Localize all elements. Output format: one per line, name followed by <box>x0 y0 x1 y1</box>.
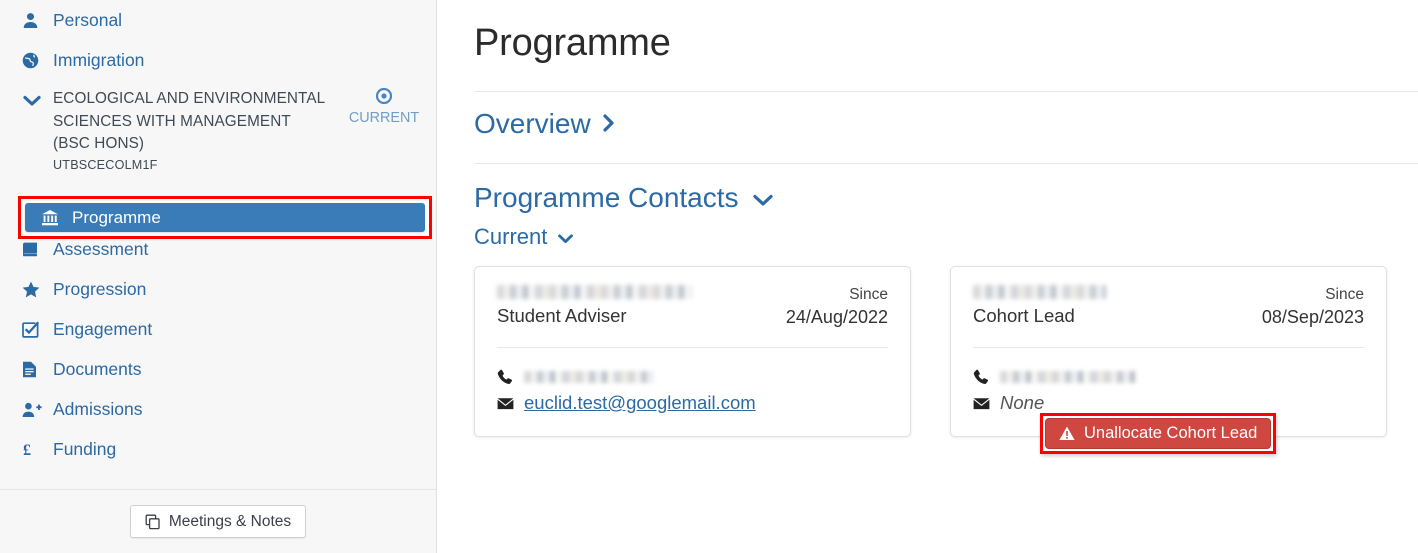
sidebar-item-label: Assessment <box>53 239 149 259</box>
since-label: Since <box>1325 286 1364 303</box>
since-date: 08/Sep/2023 <box>1261 307 1364 327</box>
contacts-filter-current[interactable]: Current <box>474 214 574 250</box>
contact-card-header: Cohort Lead Since 08/Sep/2023 <box>973 285 1364 329</box>
programme-group-header[interactable]: ECOLOGICAL AND ENVIRONMENTAL SCIENCES WI… <box>0 80 436 177</box>
overview-label: Overview <box>474 108 591 139</box>
sidebar-footer: Meetings & Notes <box>0 490 436 553</box>
sidebar-item-documents[interactable]: Documents <box>0 350 436 390</box>
main-content: Programme Overview Programme Contacts Cu… <box>437 0 1418 553</box>
sidebar-item-label: Admissions <box>53 399 143 419</box>
contacts-filter-label: Current <box>474 224 548 249</box>
contact-since: Since 24/Aug/2022 <box>786 285 888 329</box>
contact-role: Cohort Lead <box>973 305 1075 326</box>
sidebar-item-label: Engagement <box>53 319 153 339</box>
contact-card: Cohort Lead Since 08/Sep/2023 None Unall… <box>950 266 1387 454</box>
contact-email-value: None <box>1000 392 1045 413</box>
sidebar-item-label: Progression <box>53 279 147 299</box>
sidebar-item-engagement[interactable]: Engagement <box>0 310 436 350</box>
user-plus-icon <box>22 402 44 418</box>
programme-contacts-header[interactable]: Programme Contacts <box>474 164 774 214</box>
sidebar-nav-top: Personal Immigration <box>0 0 436 80</box>
since-date: 24/Aug/2022 <box>785 307 888 327</box>
unallocate-highlight: Unallocate Cohort Lead <box>1040 413 1277 454</box>
overview-link[interactable]: Overview <box>474 92 616 140</box>
file-text-icon <box>22 361 44 378</box>
meetings-notes-button[interactable]: Meetings & Notes <box>129 505 307 538</box>
contact-phone-row <box>497 364 888 390</box>
envelope-icon <box>497 397 514 410</box>
sidebar-item-programme[interactable]: Programme <box>25 203 425 232</box>
target-icon <box>338 87 430 108</box>
contact-email-row: euclid.test@googlemail.com <box>497 390 888 416</box>
sidebar-item-funding[interactable]: £ Funding <box>0 430 436 470</box>
current-badge-label: CURRENT <box>348 110 420 126</box>
programme-code: UTBSCECOLM1F <box>53 157 158 172</box>
card-divider <box>973 347 1364 348</box>
unallocate-label: Unallocate Cohort Lead <box>1084 424 1258 442</box>
copy-icon <box>145 514 161 530</box>
contact-phone-redacted <box>1000 371 1136 383</box>
book-icon <box>22 242 44 257</box>
envelope-icon <box>973 397 990 410</box>
phone-icon <box>497 369 514 385</box>
sidebar-item-immigration[interactable]: Immigration <box>0 40 436 80</box>
current-badge: CURRENT <box>338 87 430 126</box>
sidebar-item-label: Documents <box>53 359 142 379</box>
programme-page: Personal Immigration ECOLOGICAL AND ENVI… <box>0 0 1418 553</box>
contact-since: Since 08/Sep/2023 <box>1262 285 1364 329</box>
unallocate-cohort-lead-button[interactable]: Unallocate Cohort Lead <box>1045 418 1272 449</box>
chevron-down-icon[interactable] <box>752 182 774 214</box>
programme-title: ECOLOGICAL AND ENVIRONMENTAL SCIENCES WI… <box>53 90 325 152</box>
contact-role: Student Adviser <box>497 305 627 326</box>
contact-card-header: Student Adviser Since 24/Aug/2022 <box>497 285 888 329</box>
chevron-down-icon[interactable] <box>22 88 44 112</box>
svg-text:£: £ <box>23 442 31 458</box>
contact-name-redacted <box>973 285 1106 299</box>
chevron-right-icon[interactable] <box>602 108 616 140</box>
check-square-icon <box>22 321 44 338</box>
sidebar-item-label: Programme <box>72 207 161 227</box>
contact-email-link[interactable]: euclid.test@googlemail.com <box>524 392 756 414</box>
star-icon <box>22 281 44 298</box>
sidebar-item-admissions[interactable]: Admissions <box>0 390 436 430</box>
sidebar-item-label: Immigration <box>53 49 145 70</box>
meetings-notes-label: Meetings & Notes <box>168 512 292 530</box>
programme-contacts-label: Programme Contacts <box>474 182 739 213</box>
contact-phone-redacted <box>524 371 654 383</box>
user-icon <box>22 12 44 29</box>
pound-icon: £ <box>22 441 44 458</box>
bank-icon <box>41 209 63 227</box>
page-title: Programme <box>474 22 671 64</box>
contact-name-redacted <box>497 285 692 299</box>
contact-phone-row <box>973 364 1364 390</box>
chevron-down-icon[interactable] <box>557 224 574 250</box>
sidebar-item-personal[interactable]: Personal <box>0 0 436 40</box>
since-label: Since <box>849 286 888 303</box>
sidebar-item-label: Personal <box>53 9 123 30</box>
programme-nav-highlight: Programme <box>18 196 432 239</box>
globe-icon <box>22 52 44 69</box>
sidebar-item-label: Funding <box>53 439 117 459</box>
contact-card: Student Adviser Since 24/Aug/2022 euclid… <box>474 266 911 437</box>
phone-icon <box>973 369 990 385</box>
sidebar-item-progression[interactable]: Progression <box>0 270 436 310</box>
card-divider <box>497 347 888 348</box>
warning-triangle-icon <box>1059 426 1075 441</box>
contact-cards: Student Adviser Since 24/Aug/2022 euclid… <box>474 266 1418 454</box>
sidebar: Personal Immigration ECOLOGICAL AND ENVI… <box>0 0 437 553</box>
